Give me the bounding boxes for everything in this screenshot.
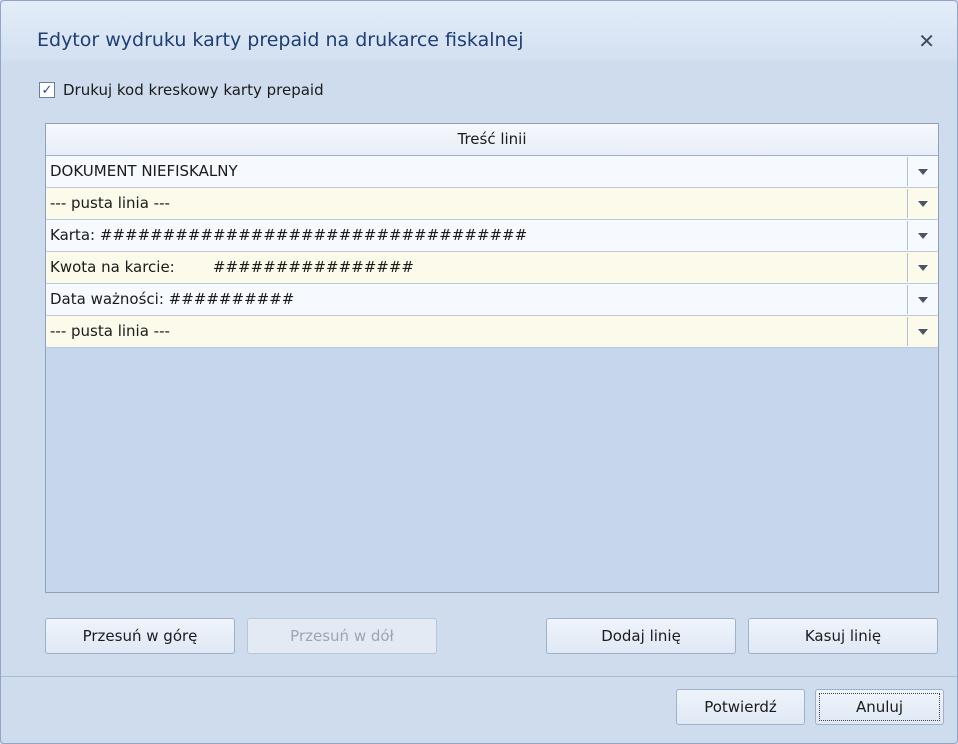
grid-row[interactable]: DOKUMENT NIEFISKALNY [46, 156, 938, 188]
chevron-down-icon [918, 264, 928, 271]
cancel-button[interactable]: Anuluj [815, 689, 944, 725]
chevron-down-icon [918, 232, 928, 239]
grid-row[interactable]: Kwota na karcie: ################ [46, 252, 938, 284]
cancel-button-label: Anuluj [819, 693, 940, 721]
close-icon[interactable]: ✕ [918, 29, 935, 53]
title-bar: Edytor wydruku karty prepaid na drukarce… [1, 1, 957, 61]
dialog-title: Edytor wydruku karty prepaid na drukarce… [37, 29, 524, 51]
row-text: Kwota na karcie: ################ [50, 258, 414, 276]
row-dropdown-button[interactable] [907, 157, 938, 186]
column-header-line-content[interactable]: Treść linii [46, 124, 938, 156]
confirm-button[interactable]: Potwierdź [676, 689, 805, 725]
add-line-button[interactable]: Dodaj linię [546, 618, 736, 654]
row-text: --- pusta linia --- [50, 194, 170, 212]
row-dropdown-button[interactable] [907, 189, 938, 218]
print-barcode-checkbox-row[interactable]: ✓ Drukuj kod kreskowy karty prepaid [39, 81, 324, 99]
delete-line-button[interactable]: Kasuj linię [748, 618, 938, 654]
dialog-window: Edytor wydruku karty prepaid na drukarce… [0, 0, 958, 744]
row-dropdown-button[interactable] [907, 317, 938, 346]
chevron-down-icon [918, 296, 928, 303]
row-text: Karta: #################################… [50, 226, 528, 244]
move-up-button[interactable]: Przesuń w górę [45, 618, 235, 654]
print-barcode-checkbox[interactable]: ✓ [39, 82, 55, 98]
row-text: --- pusta linia --- [50, 322, 170, 340]
row-dropdown-button[interactable] [907, 253, 938, 282]
lines-grid: Treść linii DOKUMENT NIEFISKALNY --- pus… [45, 123, 939, 593]
chevron-down-icon [918, 168, 928, 175]
footer-separator [1, 676, 957, 677]
grid-row[interactable]: --- pusta linia --- [46, 188, 938, 220]
row-dropdown-button[interactable] [907, 285, 938, 314]
print-barcode-label: Drukuj kod kreskowy karty prepaid [63, 81, 324, 99]
chevron-down-icon [918, 328, 928, 335]
grid-row[interactable]: --- pusta linia --- [46, 316, 938, 348]
row-text: Data ważności: ########## [50, 290, 295, 308]
row-text: DOKUMENT NIEFISKALNY [50, 162, 238, 180]
chevron-down-icon [918, 200, 928, 207]
row-dropdown-button[interactable] [907, 221, 938, 250]
move-down-button[interactable]: Przesuń w dół [247, 618, 437, 654]
grid-row[interactable]: Karta: #################################… [46, 220, 938, 252]
grid-row[interactable]: Data ważności: ########## [46, 284, 938, 316]
checkmark-icon: ✓ [41, 82, 53, 98]
